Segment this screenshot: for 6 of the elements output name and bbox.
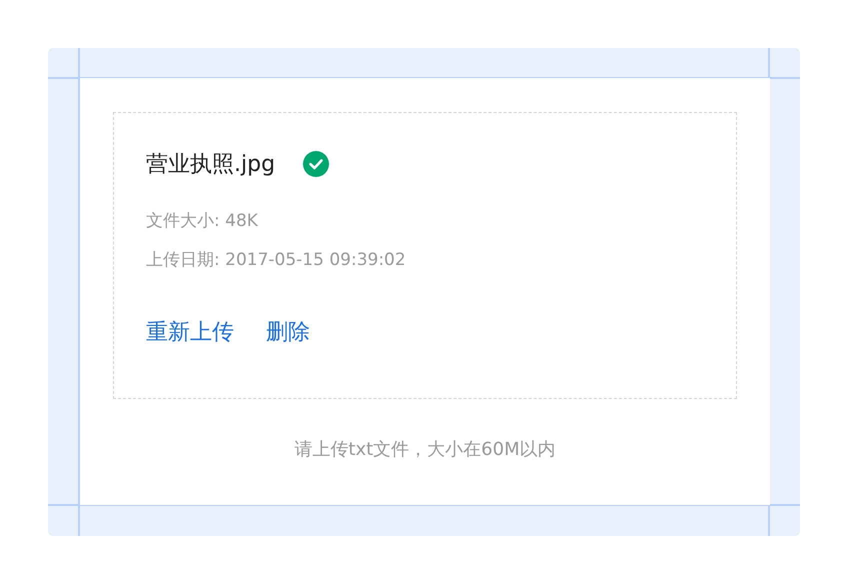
action-link[interactable]: 删除 [266, 317, 310, 347]
file-detail: 上传日期: 2017-05-15 09:39:02 [146, 249, 406, 271]
action-link[interactable]: 重新上传 [146, 317, 234, 347]
file-name: 营业执照.jpg [146, 151, 276, 179]
file-detail: 文件大小: 48K [146, 210, 258, 232]
upload-hint: 请上传txt文件，大小在60M以内 [294, 438, 556, 461]
